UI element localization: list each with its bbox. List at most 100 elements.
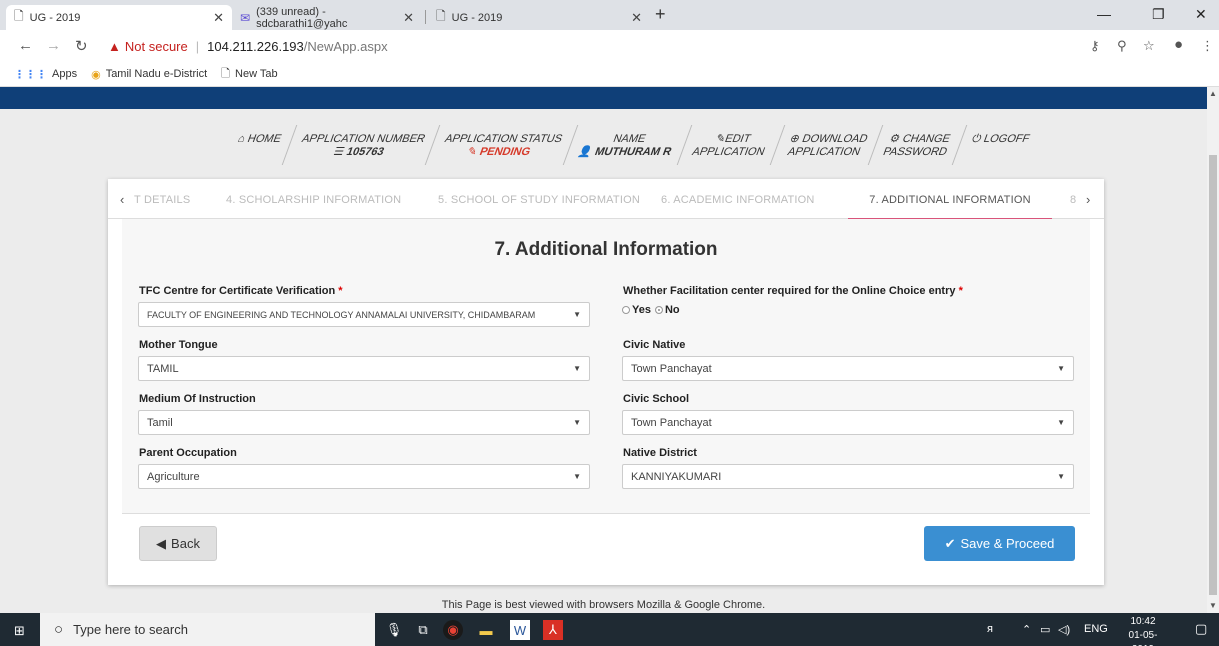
nav-logoff[interactable]: ⏻ LOGOFF [951,125,1045,165]
scroll-down-icon[interactable]: ▼ [1209,601,1217,610]
form-title: 7. Additional Information [494,239,718,260]
nav-download-application[interactable]: ⊕ DOWNLOAD APPLICATION [769,125,882,165]
key-icon[interactable]: ⚷ [1090,38,1100,54]
radio-yes[interactable] [622,306,630,314]
zoom-icon[interactable]: ⚲ [1117,38,1127,54]
tfc-label: TFC Centre for Certificate Verification … [139,285,343,297]
star-icon[interactable]: ☆ [1143,38,1155,54]
cortana-icon: ○ [54,621,64,638]
nav-home-label: HOME [245,133,284,145]
close-tab-icon[interactable]: ✕ [631,10,642,26]
native-district-value: KANNIYAKUMARI [631,470,722,483]
menu-icon[interactable]: ⋮ [1201,38,1214,54]
clock-date: 01-05-2019 [1128,630,1158,646]
acrobat-icon[interactable]: ⅄ [543,620,563,640]
required-mark: * [958,285,963,297]
reload-icon[interactable]: ↻ [75,37,88,55]
back-arrow-icon[interactable]: ← [18,37,33,54]
arrow-left-icon: ◀ [156,535,167,551]
back-button[interactable]: ◀ Back [139,526,217,561]
check-circle-icon: ✔ [944,535,956,551]
edit-line2: APPLICATION [689,146,767,158]
parent-occupation-value: Agriculture [147,470,200,483]
close-tab-icon[interactable]: ✕ [213,10,224,26]
facilitation-label: Whether Facilitation center required for… [623,285,963,297]
close-tab-icon[interactable]: ✕ [403,10,414,26]
scroll-thumb[interactable] [1209,155,1217,595]
step-scholarship[interactable]: 4. SCHOLARSHIP INFORMATION [226,194,401,206]
civic-native-select[interactable]: Town Panchayat ▼ [622,356,1074,381]
tfc-select[interactable]: FACULTY OF ENGINEERING AND TECHNOLOGY AN… [138,302,590,327]
chrome-icon[interactable]: ◉ [443,620,463,640]
forward-arrow-icon[interactable]: → [46,37,61,54]
search-placeholder: Type here to search [73,622,188,637]
page-scrollbar[interactable]: ▲ ▼ [1207,87,1219,613]
site-logo-icon: ◉ [91,68,101,81]
tab-yahoo-mail[interactable]: ✉ (339 unread) - sdcbarathi1@yahc ✕ [232,5,422,30]
header-bar [0,87,1207,109]
civic-native-label: Civic Native [623,339,686,351]
language-indicator[interactable]: ENG [1084,623,1108,635]
chevron-down-icon: ▼ [573,472,581,481]
step-details[interactable]: T DETAILS [134,194,190,206]
change-line2: PASSWORD [880,146,949,158]
word-icon[interactable]: W [510,620,530,640]
chevron-right-icon[interactable]: › [1086,192,1090,207]
microphone-icon[interactable]: 🎙 [384,620,404,640]
bookmark-new-tab[interactable]: 🗋 New Tab [221,65,277,84]
page-icon: 🗋 [221,67,231,80]
bookmarks-bar: ⋮⋮⋮ Apps ◉ Tamil Nadu e-District 🗋 New T… [0,62,1219,87]
restore-icon[interactable]: ❐ [1152,6,1165,23]
save-proceed-button[interactable]: ✔ Save & Proceed [924,526,1075,561]
chevron-down-icon: ▼ [1057,418,1065,427]
medium-select[interactable]: Tamil ▼ [138,410,590,435]
nav-edit-application[interactable]: ✎EDIT APPLICATION [676,125,784,165]
tfc-label-text: TFC Centre for Certificate Verification [139,285,336,297]
required-mark: * [338,285,343,297]
address-bar-row: ← → ↻ ▲ Not secure | 104.211.226.193 /Ne… [0,30,1219,62]
windows-start-icon[interactable]: ⊞ [14,623,25,639]
not-secure-label[interactable]: Not secure [125,39,188,54]
network-icon[interactable]: ▭ [1040,623,1050,636]
url-bar[interactable]: ▲ Not secure | 104.211.226.193 /NewApp.a… [108,34,1068,58]
radio-no-label[interactable]: No [665,304,680,316]
bookmark-apps[interactable]: ⋮⋮⋮ Apps [14,68,77,81]
people-icon[interactable]: ᴙ [987,623,993,635]
radio-no[interactable] [654,306,663,314]
parent-occupation-select[interactable]: Agriculture ▼ [138,464,590,489]
taskbar-search[interactable]: ○ Type here to search [40,613,375,646]
mother-tongue-value: TAMIL [147,362,179,375]
file-explorer-icon[interactable]: ▬ [476,620,496,640]
url-separator: | [195,38,200,54]
close-window-icon[interactable]: ✕ [1195,6,1207,23]
tab-title: UG - 2019 [451,11,503,24]
profile-icon[interactable]: ● [1174,36,1183,53]
tab-ug-2019[interactable]: 🗋 UG - 2019 ✕ [6,5,232,30]
new-tab-button[interactable]: + [655,4,666,25]
top-navigation: ⌂ HOME APPLICATION NUMBER ☰ 105763 APPLI… [226,125,1045,165]
mother-tongue-select[interactable]: TAMIL ▼ [138,356,590,381]
back-button-label: Back [171,536,200,551]
step-additional[interactable]: 7. ADDITIONAL INFORMATION [848,194,1052,220]
chevron-left-icon[interactable]: ‹ [120,192,124,207]
system-clock[interactable]: 10:42 01-05-2019 [1118,615,1168,646]
volume-icon[interactable]: ◁) [1058,623,1070,636]
page-icon: 🗋 [436,9,446,23]
form-divider [122,513,1090,514]
radio-yes-label[interactable]: Yes [632,304,651,316]
task-view-icon[interactable]: ⧉ [413,620,433,640]
nav-change-password[interactable]: ⚙ CHANGE PASSWORD [867,125,967,165]
warning-icon: ▲ [108,38,121,54]
scroll-up-icon[interactable]: ▲ [1209,89,1217,98]
step-8[interactable]: 8 [1070,194,1076,206]
civic-school-select[interactable]: Town Panchayat ▼ [622,410,1074,435]
notifications-icon[interactable]: ▢ [1195,621,1207,637]
bookmark-tn-edistrict[interactable]: ◉ Tamil Nadu e-District [91,68,207,81]
step-academic[interactable]: 6. ACADEMIC INFORMATION [661,194,815,206]
native-district-select[interactable]: KANNIYAKUMARI ▼ [622,464,1074,489]
tray-chevron-icon[interactable]: ⌃ [1022,623,1031,636]
minimize-icon[interactable]: — [1097,6,1111,22]
chevron-down-icon: ▼ [573,364,581,373]
step-school-of-study[interactable]: 5. SCHOOL OF STUDY INFORMATION [438,194,640,206]
tab-ug-2019-2[interactable]: 🗋 UG - 2019 ✕ [428,5,650,30]
